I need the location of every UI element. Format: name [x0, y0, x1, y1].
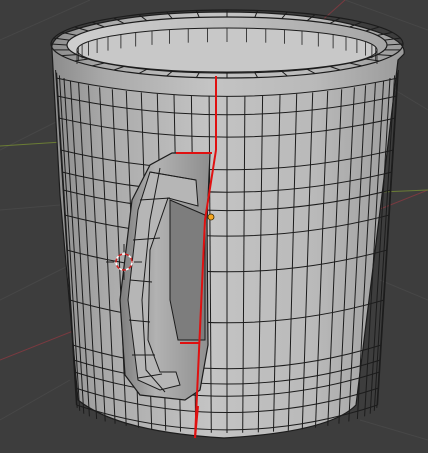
viewport-scene[interactable]	[0, 0, 428, 453]
y-axis-line	[0, 141, 63, 147]
mug-mesh[interactable]	[50, 9, 405, 439]
selected-vertex[interactable]	[207, 213, 215, 221]
3d-viewport[interactable]	[0, 0, 428, 453]
